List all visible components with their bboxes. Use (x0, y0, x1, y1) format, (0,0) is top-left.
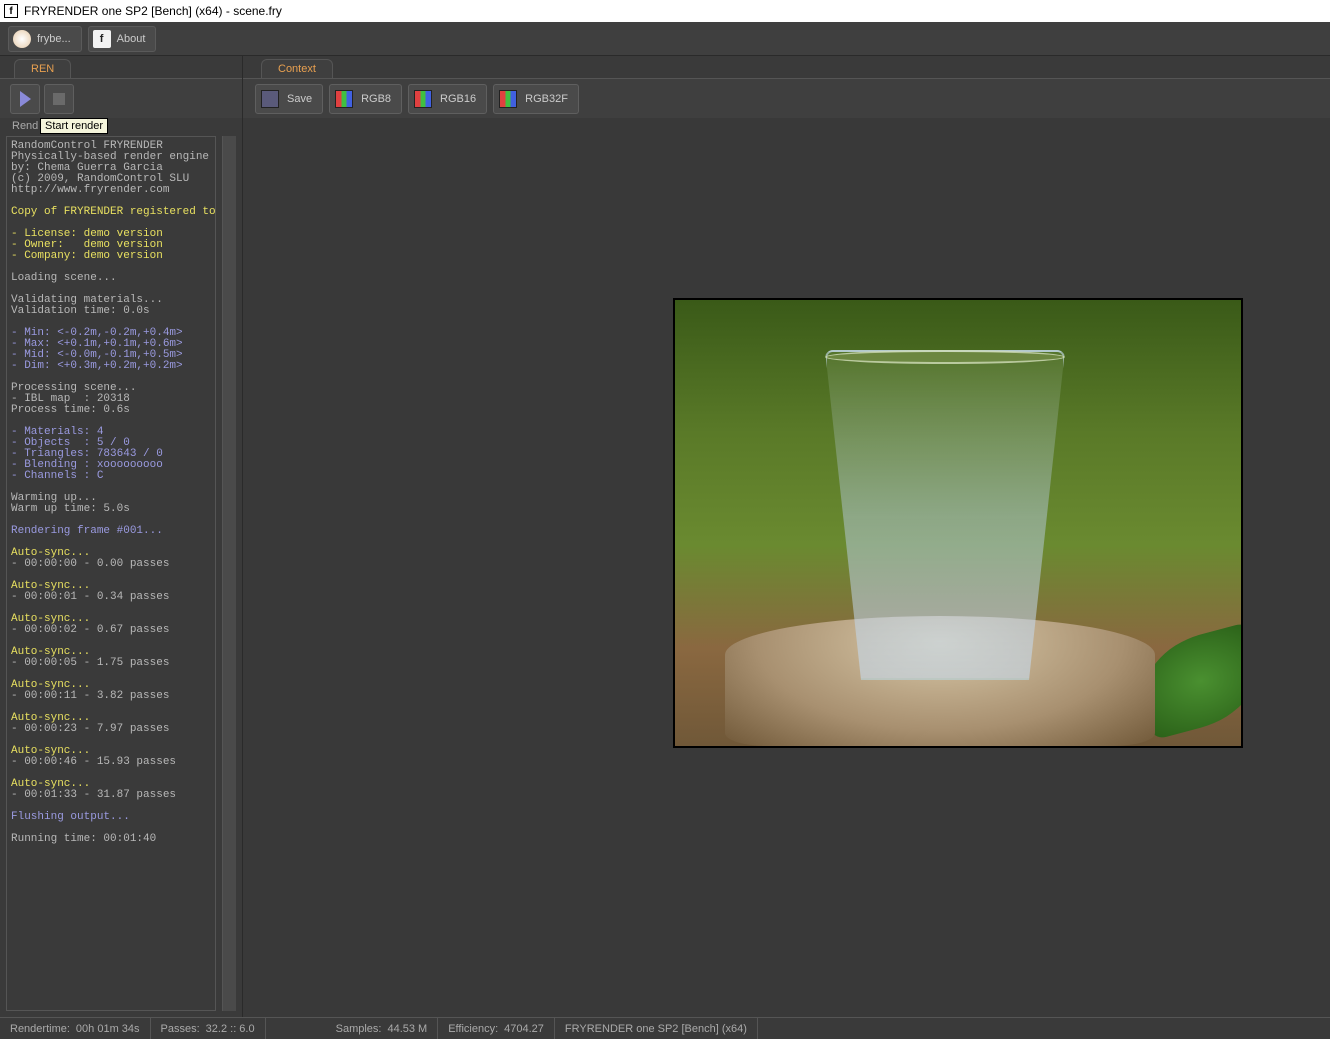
log-line: - 00:00:02 - 0.67 passes (11, 625, 211, 636)
render-toolbar (0, 78, 242, 118)
log-line: Loading scene... (11, 273, 211, 284)
play-icon (20, 91, 31, 107)
left-tab-row: REN (0, 56, 242, 78)
render-label-text: Rend (12, 120, 38, 132)
log-line: - Company: demo version (11, 251, 211, 262)
efficiency-value: 4704.27 (504, 1023, 544, 1035)
rgb8-button[interactable]: RGB8 (329, 84, 402, 114)
app-icon: f (4, 4, 18, 18)
right-tab-row: Context (243, 56, 1330, 78)
tab-ren[interactable]: REN (14, 59, 71, 78)
rendertime-label: Rendertime: (10, 1023, 70, 1035)
log-line: - Channels : C (11, 471, 211, 482)
log-line: - Dim: <+0.3m,+0.2m,+0.2m> (11, 361, 211, 372)
passes-label: Passes: (161, 1023, 200, 1035)
render-viewport[interactable] (243, 118, 1330, 1017)
save-button[interactable]: Save (255, 84, 323, 114)
menu-frybench[interactable]: frybe... (8, 26, 82, 52)
log-line: - 00:01:33 - 31.87 passes (11, 790, 211, 801)
log-line: Warm up time: 5.0s (11, 504, 211, 515)
menu-label: frybe... (37, 33, 71, 45)
rgb8-label: RGB8 (361, 93, 391, 105)
app-info-text: FRYRENDER one SP2 [Bench] (x64) (565, 1023, 747, 1035)
main-area: REN Rend Start render RandomControl FRYR… (0, 56, 1330, 1017)
glass-of-water (815, 350, 1075, 680)
start-render-button[interactable] (10, 84, 40, 114)
log-line: Rendering frame #001... (11, 526, 211, 537)
status-passes: Passes: 32.2 :: 6.0 (151, 1018, 266, 1039)
rgb16-label: RGB16 (440, 93, 476, 105)
save-label: Save (287, 93, 312, 105)
log-line: - 00:00:11 - 3.82 passes (11, 691, 211, 702)
stop-icon (53, 93, 65, 105)
render-output-image (673, 298, 1243, 748)
log-scrollbar[interactable] (222, 136, 236, 1011)
log-line: http://www.fryrender.com (11, 185, 211, 196)
rgb-icon (335, 90, 353, 108)
samples-label: Samples: (336, 1023, 382, 1035)
globe-icon (13, 30, 31, 48)
window-title-bar: f FRYRENDER one SP2 [Bench] (x64) - scen… (0, 0, 1330, 22)
log-line: Copy of FRYRENDER registered to: (11, 207, 211, 218)
rendertime-value: 00h 01m 34s (76, 1023, 140, 1035)
log-output[interactable]: RandomControl FRYRENDERPhysically-based … (6, 136, 216, 1011)
rgb16-button[interactable]: RGB16 (408, 84, 487, 114)
efficiency-label: Efficiency: (448, 1023, 498, 1035)
right-panel: Context Save RGB8 RGB16 RGB32F (243, 56, 1330, 1017)
log-line: Validation time: 0.0s (11, 306, 211, 317)
menu-bar: frybe... f About (0, 22, 1330, 56)
tab-context[interactable]: Context (261, 59, 333, 78)
log-line: Process time: 0.6s (11, 405, 211, 416)
samples-value: 44.53 M (387, 1023, 427, 1035)
rgb-icon (499, 90, 517, 108)
status-efficiency: Efficiency: 4704.27 (438, 1018, 555, 1039)
log-line: Running time: 00:01:40 (11, 834, 211, 845)
status-samples: Samples: 44.53 M (326, 1018, 439, 1039)
status-bar: Rendertime: 00h 01m 34s Passes: 32.2 :: … (0, 1017, 1330, 1039)
log-line: - 00:00:23 - 7.97 passes (11, 724, 211, 735)
log-line: - 00:00:01 - 0.34 passes (11, 592, 211, 603)
rgb-icon (414, 90, 432, 108)
render-group-label: Rend Start render (0, 118, 242, 134)
status-app-info: FRYRENDER one SP2 [Bench] (x64) (555, 1018, 758, 1039)
menu-label: About (117, 33, 146, 45)
log-line: - 00:00:05 - 1.75 passes (11, 658, 211, 669)
log-line: - 00:00:46 - 15.93 passes (11, 757, 211, 768)
log-line: Flushing output... (11, 812, 211, 823)
left-panel: REN Rend Start render RandomControl FRYR… (0, 56, 243, 1017)
f-icon: f (93, 30, 111, 48)
status-rendertime: Rendertime: 00h 01m 34s (0, 1018, 151, 1039)
save-icon (261, 90, 279, 108)
log-line: - 00:00:00 - 0.00 passes (11, 559, 211, 570)
rgb32f-label: RGB32F (525, 93, 568, 105)
context-toolbar: Save RGB8 RGB16 RGB32F (243, 78, 1330, 118)
stop-render-button[interactable] (44, 84, 74, 114)
tooltip-start-render: Start render (40, 118, 108, 134)
menu-about[interactable]: f About (88, 26, 157, 52)
rgb32f-button[interactable]: RGB32F (493, 84, 579, 114)
passes-value: 32.2 :: 6.0 (206, 1023, 255, 1035)
window-title: FRYRENDER one SP2 [Bench] (x64) - scene.… (24, 4, 282, 18)
